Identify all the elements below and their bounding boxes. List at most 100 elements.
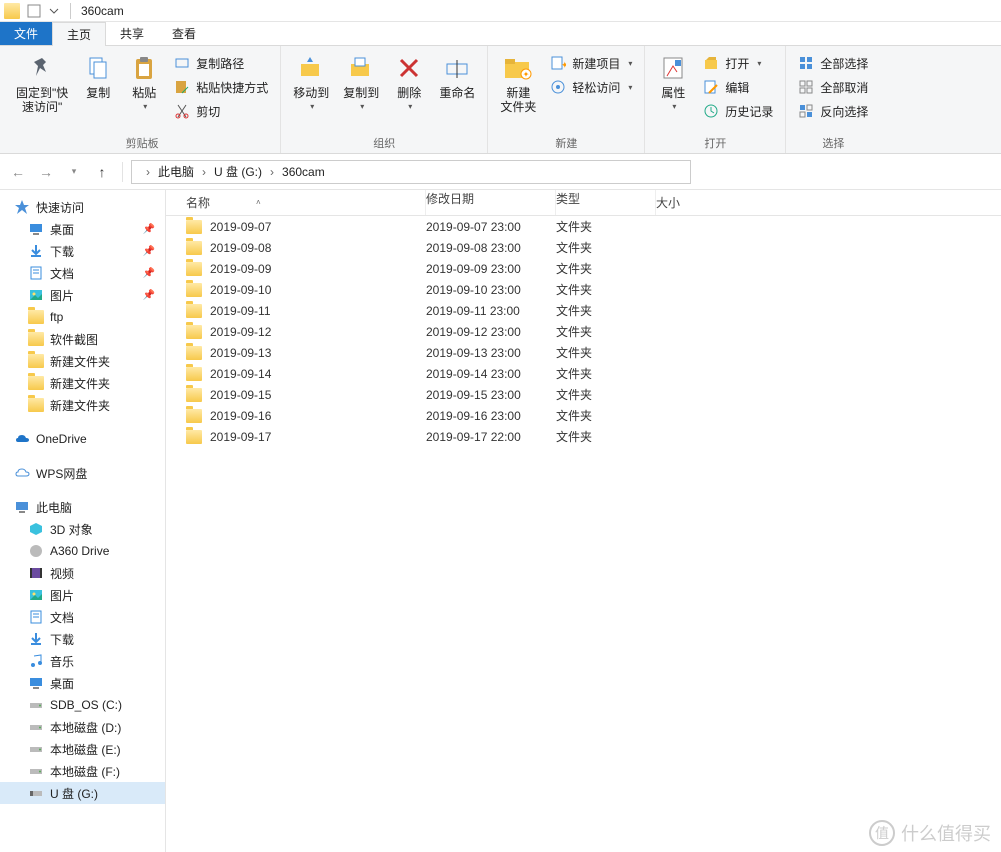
tree-pc-item[interactable]: 视频 [0,562,165,584]
col-size-header[interactable]: 大小 [656,194,736,211]
recent-dropdown-icon[interactable]: ▾ [62,160,86,184]
tree-pc-item[interactable]: 图片 [0,584,165,606]
chevron-right-icon[interactable]: › [142,165,154,179]
tree-onedrive[interactable]: OneDrive [0,428,165,450]
history-button[interactable]: 历史记录 [697,100,779,122]
column-headers: 名称 ˄ 修改日期 类型 大小 [166,190,1001,216]
history-icon [703,103,719,119]
new-folder-icon: ✦ [502,52,534,84]
folder-icon [186,409,202,423]
table-row[interactable]: 2019-09-172019-09-17 22:00文件夹 [166,426,1001,447]
table-row[interactable]: 2019-09-142019-09-14 23:00文件夹 [166,363,1001,384]
tree-pc-item[interactable]: SDB_OS (C:) [0,694,165,716]
breadcrumb[interactable]: › 此电脑 › U 盘 (G:) › 360cam [131,160,691,184]
tree-quick-item[interactable]: 图片📌 [0,284,165,306]
paste-shortcut-button[interactable]: 粘贴快捷方式 [168,76,274,98]
forward-button[interactable]: → [34,160,58,184]
copy-button[interactable]: 复制 [76,50,120,102]
open-button[interactable]: 打开 ▾ [697,52,779,74]
tree-quick-item[interactable]: 新建文件夹 [0,394,165,416]
table-row[interactable]: 2019-09-072019-09-07 23:00文件夹 [166,216,1001,237]
tree-quick-item[interactable]: 下载📌 [0,240,165,262]
row-date: 2019-09-08 23:00 [426,241,556,255]
tree-pc-item[interactable]: 桌面 [0,672,165,694]
table-row[interactable]: 2019-09-102019-09-10 23:00文件夹 [166,279,1001,300]
delete-button[interactable]: 删除▾ [387,50,431,114]
col-name-header[interactable]: 名称 ˄ [166,190,426,215]
col-type-header[interactable]: 类型 [556,190,656,215]
qat-dropdown-icon[interactable] [45,2,63,20]
tab-file[interactable]: 文件 [0,22,52,45]
tab-share[interactable]: 共享 [106,22,158,45]
new-folder-button[interactable]: ✦ 新建 文件夹 [494,50,542,117]
rename-button[interactable]: 重命名 [433,50,481,102]
table-row[interactable]: 2019-09-122019-09-12 23:00文件夹 [166,321,1001,342]
col-date-label: 修改日期 [426,192,474,206]
paste-shortcut-icon [174,79,190,95]
back-button[interactable]: ← [6,160,30,184]
tree-this-pc[interactable]: 此电脑 [0,496,165,518]
table-row[interactable]: 2019-09-132019-09-13 23:00文件夹 [166,342,1001,363]
table-row[interactable]: 2019-09-082019-09-08 23:00文件夹 [166,237,1001,258]
ribbon-tabs: 文件 主页 共享 查看 [0,22,1001,46]
tree-wps[interactable]: WPS网盘 [0,462,165,484]
tree-pc-item[interactable]: 本地磁盘 (D:) [0,716,165,738]
col-date-header[interactable]: 修改日期 [426,190,556,215]
edit-button[interactable]: 编辑 [697,76,779,98]
move-to-button[interactable]: 移动到▾ [287,50,335,114]
copy-path-button[interactable]: 复制路径 [168,52,274,74]
tree-pc-item[interactable]: 本地磁盘 (F:) [0,760,165,782]
chevron-right-icon[interactable]: › [266,165,278,179]
navigation-tree[interactable]: 快速访问 桌面📌下载📌文档📌图片📌ftp软件截图新建文件夹新建文件夹新建文件夹 … [0,190,166,852]
tree-quick-item[interactable]: 新建文件夹 [0,372,165,394]
qat-checkbox-icon[interactable] [25,2,43,20]
pin-quick-access-button[interactable]: 固定到"快 速访问" [10,50,74,117]
cloud-icon [14,465,30,481]
row-date: 2019-09-17 22:00 [426,430,556,444]
tree-quick-item[interactable]: 桌面📌 [0,218,165,240]
row-name: 2019-09-11 [210,304,271,318]
history-label: 历史记录 [725,103,773,120]
tree-pc-item[interactable]: A360 Drive [0,540,165,562]
tree-quick-item[interactable]: 软件截图 [0,328,165,350]
crumb-folder[interactable]: 360cam [278,165,329,179]
crumb-this-pc[interactable]: 此电脑 [154,163,198,180]
tree-pc-item[interactable]: 文档 [0,606,165,628]
tree-quick-item[interactable]: ftp [0,306,165,328]
copy-to-label: 复制到 [343,86,379,100]
tree-quick-item[interactable]: 新建文件夹 [0,350,165,372]
pin-label: 固定到"快 速访问" [16,86,68,115]
table-row[interactable]: 2019-09-162019-09-16 23:00文件夹 [166,405,1001,426]
tree-pc-item[interactable]: 音乐 [0,650,165,672]
tab-view[interactable]: 查看 [158,22,210,45]
col-name-label: 名称 [186,194,210,211]
tab-home[interactable]: 主页 [52,22,106,46]
cut-button[interactable]: 剪切 [168,100,274,122]
chevron-down-icon: ▾ [628,59,632,68]
watermark-icon: 值 [869,820,895,846]
tree-pc-item[interactable]: U 盘 (G:) [0,782,165,804]
desktop-icon [28,675,44,691]
copy-to-button[interactable]: 复制到▾ [337,50,385,114]
tree-pc-item[interactable]: 下载 [0,628,165,650]
table-row[interactable]: 2019-09-092019-09-09 23:00文件夹 [166,258,1001,279]
select-all-button[interactable]: 全部选择 [792,52,874,74]
invert-selection-button[interactable]: 反向选择 [792,100,874,122]
tree-item-label: 文档 [50,265,74,282]
tree-quick-item[interactable]: 文档📌 [0,262,165,284]
svg-text:✦: ✦ [561,60,566,70]
properties-button[interactable]: 属性▾ [651,50,695,114]
table-row[interactable]: 2019-09-112019-09-11 23:00文件夹 [166,300,1001,321]
chevron-right-icon[interactable]: › [198,165,210,179]
select-none-button[interactable]: 全部取消 [792,76,874,98]
tree-quick-access[interactable]: 快速访问 [0,196,165,218]
row-type: 文件夹 [556,239,656,256]
up-button[interactable]: ↑ [90,160,114,184]
crumb-drive[interactable]: U 盘 (G:) [210,163,266,180]
table-row[interactable]: 2019-09-152019-09-15 23:00文件夹 [166,384,1001,405]
new-item-button[interactable]: ✦ 新建项目 ▾ [544,52,638,74]
tree-pc-item[interactable]: 3D 对象 [0,518,165,540]
paste-button[interactable]: 粘贴 ▾ [122,50,166,114]
easy-access-button[interactable]: 轻松访问 ▾ [544,76,638,98]
tree-pc-item[interactable]: 本地磁盘 (E:) [0,738,165,760]
